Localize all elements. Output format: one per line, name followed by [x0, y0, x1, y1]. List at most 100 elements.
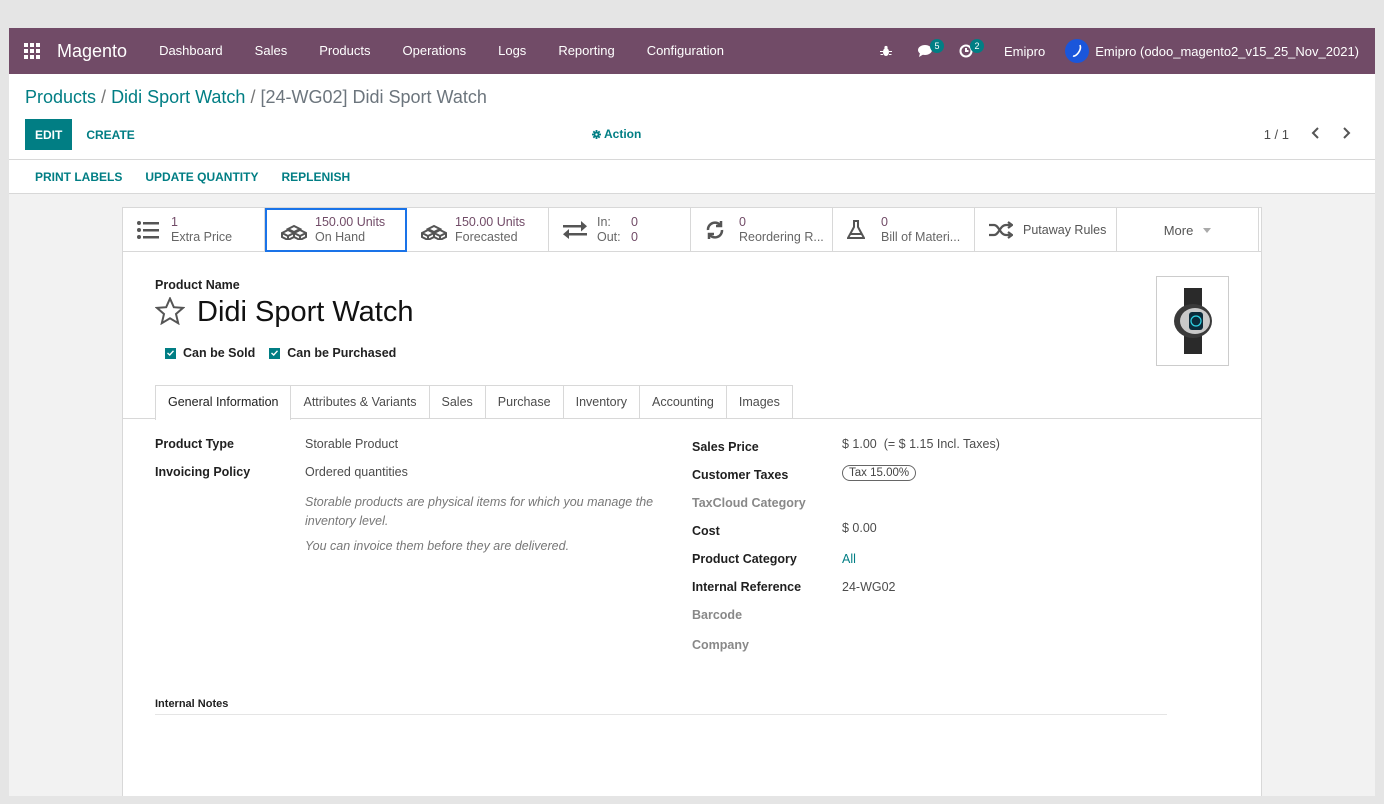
in-value: 0 — [631, 215, 638, 229]
extra-price-smart-button[interactable]: 1 Extra Price — [123, 208, 265, 252]
internal-reference-field[interactable]: 24-WG02 — [842, 580, 896, 608]
form-buttons: EDIT CREATE — [25, 119, 149, 150]
forecasted-smart-button[interactable]: 150.00 Units Forecasted — [407, 208, 549, 252]
flask-icon — [847, 220, 875, 240]
customer-taxes-label: Customer Taxes — [692, 468, 789, 482]
activities-clock-icon[interactable]: 2 — [946, 28, 986, 74]
messages-chat-icon[interactable]: 5 — [906, 28, 946, 74]
notebook-tabs: General Information Attributes & Variant… — [123, 385, 1261, 420]
product-title-area: Product Name Didi Sport Watch Can be Sol… — [123, 252, 1261, 385]
menu-products[interactable]: Products — [303, 28, 386, 74]
more-smart-buttons-dropdown[interactable]: More — [1117, 208, 1259, 252]
app-window: Magento Dashboard Sales Products Operati… — [9, 28, 1375, 796]
print-labels-button[interactable]: PRINT LABELS — [35, 170, 122, 184]
on-hand-smart-button[interactable]: 150.00 Units On Hand — [265, 208, 407, 252]
refresh-icon — [705, 220, 733, 240]
invoicing-policy-field[interactable]: Ordered quantities — [305, 465, 408, 493]
breadcrumb: Products / Didi Sport Watch / [24-WG02] … — [25, 87, 487, 108]
user-menu[interactable]: Emipro (odoo_magento2_v15_25_Nov_2021) — [1065, 39, 1375, 63]
update-quantity-button[interactable]: UPDATE QUANTITY — [145, 170, 258, 184]
product-image[interactable] — [1156, 276, 1229, 366]
cost-label: Cost — [692, 524, 720, 538]
company-label: Company — [692, 638, 749, 652]
product-type-label: Product Type — [155, 437, 234, 451]
barcode-label: Barcode — [692, 608, 743, 622]
app-brand[interactable]: Magento — [57, 41, 127, 62]
breadcrumb-separator: / — [245, 87, 261, 107]
gear-icon — [592, 129, 601, 139]
menu-dashboard[interactable]: Dashboard — [143, 28, 239, 74]
navbar-systray: 5 2 Emipro Emipro (odoo_magento2_v15_25_… — [866, 28, 1375, 74]
reordering-smart-button[interactable]: 0 Reordering R... — [691, 208, 833, 252]
product-name[interactable]: Didi Sport Watch — [197, 296, 414, 329]
menu-operations[interactable]: Operations — [387, 28, 483, 74]
in-out-smart-button[interactable]: In: 0 Out: 0 — [549, 208, 691, 252]
invoicing-help: You can invoice them before they are del… — [305, 539, 570, 553]
debug-bug-icon[interactable] — [866, 28, 906, 74]
breadcrumb-parent[interactable]: Didi Sport Watch — [111, 87, 245, 107]
sales-price-value: $ 1.00 — [842, 437, 877, 451]
smart-button-box: 1 Extra Price 150.00 Units On Hand 150.0… — [123, 208, 1261, 252]
breadcrumb-separator: / — [96, 87, 112, 107]
apps-menu-icon[interactable] — [9, 28, 55, 74]
action-label: Action — [604, 127, 642, 141]
tab-sales[interactable]: Sales — [428, 385, 486, 418]
can-be-sold-label: Can be Sold — [183, 346, 256, 360]
create-button[interactable]: CREATE — [72, 128, 148, 142]
breadcrumb-products[interactable]: Products — [25, 87, 96, 107]
exchange-arrows-icon — [563, 221, 591, 239]
form-sheet: 1 Extra Price 150.00 Units On Hand 150.0… — [122, 207, 1262, 796]
random-shuffle-icon — [989, 221, 1017, 239]
favorite-star-icon[interactable] — [154, 296, 186, 328]
tab-purchase[interactable]: Purchase — [484, 385, 564, 418]
reordering-value: 0 — [739, 215, 746, 229]
internal-notes-label[interactable]: Internal Notes — [155, 698, 1167, 715]
tab-images[interactable]: Images — [725, 385, 793, 418]
product-type-field[interactable]: Storable Product — [305, 437, 398, 465]
messages-badge: 5 — [930, 39, 945, 53]
forecasted-value: 150.00 Units — [455, 215, 526, 229]
company-switcher[interactable]: Emipro — [986, 44, 1065, 59]
more-label: More — [1163, 222, 1194, 238]
customer-tax-tag[interactable]: Tax 15.00% — [842, 465, 917, 481]
tab-general-information[interactable]: General Information — [155, 385, 292, 420]
form-statusbar: PRINT LABELS UPDATE QUANTITY REPLENISH — [9, 160, 1375, 194]
top-navbar: Magento Dashboard Sales Products Operati… — [9, 28, 1375, 74]
menu-logs[interactable]: Logs — [482, 28, 542, 74]
cubes-icon — [281, 220, 309, 240]
tab-attributes-variants[interactable]: Attributes & Variants — [290, 385, 430, 418]
tab-accounting[interactable]: Accounting — [639, 385, 727, 418]
bom-value: 0 — [881, 215, 888, 229]
extra-price-label: Extra Price — [171, 230, 233, 244]
taxcloud-category-label: TaxCloud Category — [692, 496, 806, 510]
menu-sales[interactable]: Sales — [239, 28, 304, 74]
product-name-label: Product Name — [155, 278, 240, 292]
pager-previous-icon[interactable] — [1311, 127, 1320, 142]
cubes-icon — [421, 220, 449, 240]
can-be-sold-checkbox[interactable]: Can be Sold — [165, 346, 255, 360]
checkmark-icon — [269, 347, 281, 359]
checkmark-icon — [165, 347, 176, 359]
putaway-rules-smart-button[interactable]: Putaway Rules — [975, 208, 1117, 252]
replenish-button[interactable]: REPLENISH — [281, 170, 350, 184]
forecasted-label: Forecasted — [455, 230, 518, 244]
menu-configuration[interactable]: Configuration — [631, 28, 740, 74]
pager-value[interactable]: 1 / 1 — [1264, 127, 1289, 142]
menu-reporting[interactable]: Reporting — [542, 28, 630, 74]
control-panel: Products / Didi Sport Watch / [24-WG02] … — [9, 74, 1375, 160]
product-category-link[interactable]: All — [842, 552, 856, 580]
tab-inventory[interactable]: Inventory — [562, 385, 641, 418]
pager-next-icon[interactable] — [1342, 127, 1351, 142]
bom-smart-button[interactable]: 0 Bill of Materi... — [833, 208, 975, 252]
bom-label: Bill of Materi... — [881, 230, 961, 244]
can-be-purchased-checkbox[interactable]: Can be Purchased — [269, 346, 396, 360]
sales-price-field[interactable]: $ 1.00 (= $ 1.15 Incl. Taxes) — [842, 437, 1000, 468]
can-be-purchased-label: Can be Purchased — [287, 346, 397, 360]
product-type-help: Storable products are physical items for… — [305, 495, 654, 528]
sales-price-incl-taxes: (= $ 1.15 Incl. Taxes) — [883, 437, 1000, 451]
activities-badge: 2 — [970, 39, 985, 53]
action-menu-button[interactable]: Action — [592, 127, 641, 141]
edit-button[interactable]: EDIT — [25, 119, 73, 150]
cost-field[interactable]: $ 0.00 — [842, 521, 877, 552]
main-menu: Dashboard Sales Products Operations Logs… — [143, 28, 740, 74]
